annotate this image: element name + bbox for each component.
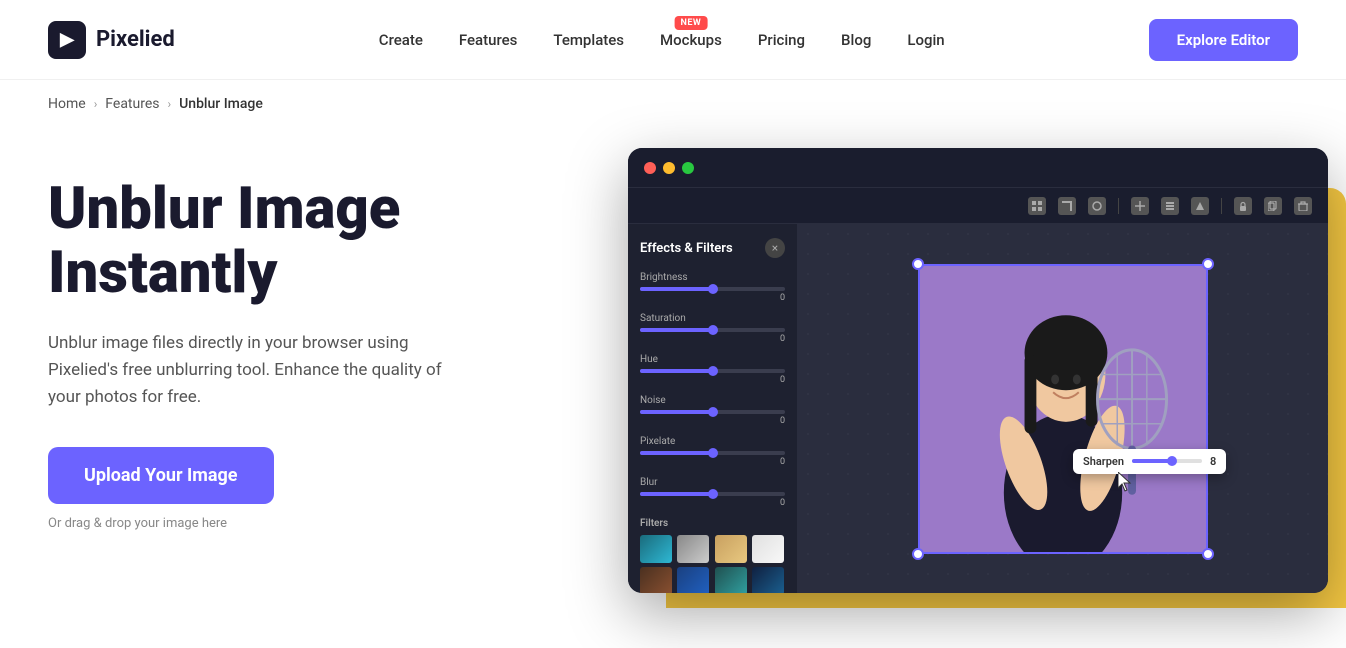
- selection-handle-br[interactable]: [1202, 548, 1214, 560]
- breadcrumb-home[interactable]: Home: [48, 96, 86, 112]
- canvas-content: Sharpen 8: [918, 264, 1208, 554]
- slider-blur: Blur 0: [640, 477, 785, 508]
- dot-yellow: [663, 162, 675, 174]
- logo[interactable]: ▶ Pixelied: [48, 21, 175, 59]
- hero-title: Unblur Image Instantly: [48, 178, 568, 306]
- nav-mockups[interactable]: Mockups: [660, 31, 722, 49]
- logo-text: Pixelied: [96, 27, 175, 52]
- slider-noise: Noise 0: [640, 395, 785, 426]
- dot-red: [644, 162, 656, 174]
- filter-grid: [640, 535, 785, 593]
- filter-8[interactable]: [752, 567, 784, 593]
- toolbar-delete-icon: [1294, 197, 1312, 215]
- window-dots: [644, 162, 694, 174]
- drag-drop-hint: Or drag & drop your image here: [48, 516, 568, 531]
- selected-image: [918, 264, 1208, 554]
- logo-icon: ▶: [48, 21, 86, 59]
- toolbar-move-icon: [1131, 197, 1149, 215]
- toolbar-separator-2: [1221, 198, 1222, 214]
- filter-6[interactable]: [677, 567, 709, 593]
- upload-image-button[interactable]: Upload Your Image: [48, 447, 274, 504]
- sharpen-slider[interactable]: [1132, 459, 1202, 463]
- breadcrumb: Home › Features › Unblur Image: [0, 80, 1346, 128]
- selection-handle-tl[interactable]: [912, 258, 924, 270]
- toolbar-grid-icon: [1028, 197, 1046, 215]
- filter-2[interactable]: [677, 535, 709, 563]
- breadcrumb-sep-2: ›: [168, 97, 172, 111]
- sharpen-tooltip: Sharpen 8: [1073, 449, 1226, 474]
- nav-links: Create Features Templates NEW Mockups Pr…: [379, 30, 945, 49]
- effects-panel: Effects & Filters × Brightness 0 Saturat: [628, 224, 798, 593]
- sharpen-label: Sharpen: [1083, 455, 1124, 468]
- nav-right: Explore Editor: [1149, 19, 1298, 61]
- toolbar-crop-icon: [1058, 197, 1076, 215]
- hero-description: Unblur image files directly in your brow…: [48, 330, 478, 412]
- navbar: ▶ Pixelied Create Features Templates NEW…: [0, 0, 1346, 80]
- toolbar-copy-icon: [1264, 197, 1282, 215]
- selection-handle-bl[interactable]: [912, 548, 924, 560]
- nav-blog[interactable]: Blog: [841, 31, 871, 49]
- window-toolbar: [628, 188, 1328, 224]
- editor-window: Effects & Filters × Brightness 0 Saturat: [628, 148, 1328, 593]
- panel-title: Effects & Filters: [640, 241, 733, 256]
- filter-4[interactable]: [752, 535, 784, 563]
- sharpen-thumb: [1167, 456, 1177, 466]
- filter-5[interactable]: [640, 567, 672, 593]
- left-section: Unblur Image Instantly Unblur image file…: [48, 148, 568, 531]
- toolbar-triangle-icon: [1191, 197, 1209, 215]
- main-content: Unblur Image Instantly Unblur image file…: [0, 128, 1346, 648]
- nav-features[interactable]: Features: [459, 31, 517, 49]
- panel-close-button[interactable]: ×: [765, 238, 785, 258]
- slider-saturation: Saturation 0: [640, 313, 785, 344]
- selected-image-wrap: [918, 264, 1208, 554]
- selection-handle-tr[interactable]: [1202, 258, 1214, 270]
- sharpen-value: 8: [1210, 455, 1216, 468]
- filter-7[interactable]: [715, 567, 747, 593]
- dot-green: [682, 162, 694, 174]
- editor-body: Effects & Filters × Brightness 0 Saturat: [628, 224, 1328, 593]
- toolbar-shape-icon: [1088, 197, 1106, 215]
- explore-editor-button[interactable]: Explore Editor: [1149, 19, 1298, 61]
- filters-title: Filters: [640, 518, 785, 529]
- nav-templates[interactable]: Templates: [553, 31, 624, 49]
- canvas-area: Sharpen 8: [798, 224, 1328, 593]
- toolbar-lock-icon: [1234, 197, 1252, 215]
- slider-brightness: Brightness 0: [640, 272, 785, 303]
- window-titlebar: [628, 148, 1328, 188]
- breadcrumb-current: Unblur Image: [179, 96, 263, 112]
- nav-create[interactable]: Create: [379, 31, 423, 49]
- toolbar-layers-icon: [1161, 197, 1179, 215]
- slider-pixelate: Pixelate 0: [640, 436, 785, 467]
- nav-login[interactable]: Login: [907, 31, 944, 49]
- filter-1[interactable]: [640, 535, 672, 563]
- sharpen-bar-fill: [1132, 459, 1171, 463]
- breadcrumb-sep-1: ›: [94, 97, 98, 111]
- filter-3[interactable]: [715, 535, 747, 563]
- nav-mockups-wrap: NEW Mockups: [660, 30, 722, 49]
- photo-svg: [920, 266, 1206, 552]
- slider-hue: Hue 0: [640, 354, 785, 385]
- nav-pricing[interactable]: Pricing: [758, 31, 805, 49]
- right-section: Effects & Filters × Brightness 0 Saturat: [608, 148, 1298, 608]
- mockups-new-badge: NEW: [675, 16, 708, 30]
- panel-header: Effects & Filters ×: [640, 238, 785, 258]
- toolbar-separator-1: [1118, 198, 1119, 214]
- cursor: [1118, 472, 1132, 486]
- breadcrumb-features[interactable]: Features: [105, 96, 159, 112]
